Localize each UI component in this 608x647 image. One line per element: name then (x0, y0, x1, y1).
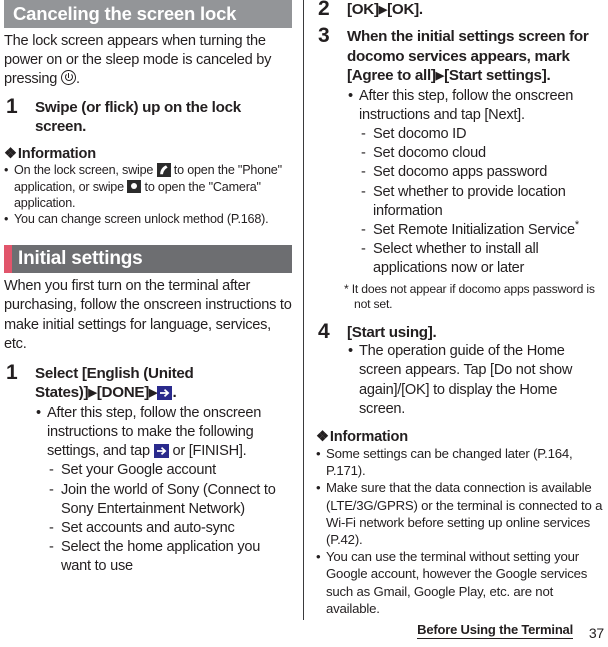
left-column: Canceling the screen lock The lock scree… (4, 0, 292, 577)
list-item: After this step, follow the onscreen ins… (35, 404, 292, 462)
step-bullet-list: After this step, follow the onscreen ins… (347, 87, 604, 125)
step-number: 2 (318, 0, 330, 20)
information-heading-text: Information (17, 146, 96, 163)
triangle-right-icon: ▶ (378, 4, 388, 16)
footnote-marker: * (344, 281, 349, 296)
step-bullet-list: The operation guide of the Home screen a… (347, 342, 604, 419)
list-item: You can change screen unlock method (P.1… (4, 211, 292, 227)
step-number: 1 (6, 361, 18, 385)
information-heading-lock-screen: ❖Information (4, 145, 292, 162)
step-title: [OK]▶[OK]. (347, 0, 604, 20)
step-dash-list: Set docomo ID Set docomo cloud Set docom… (347, 125, 604, 279)
list-item: The operation guide of the Home screen a… (347, 342, 604, 419)
intro-text-part1: The lock screen appears when turning the… (4, 33, 272, 88)
step-title-part2: [Start settings]. (444, 67, 551, 85)
phone-icon (156, 163, 171, 178)
step-title-part1: [OK] (347, 1, 379, 18)
list-item: Set docomo cloud (360, 144, 604, 163)
dash-item-text: Set Remote Initialization Service (373, 222, 575, 239)
step-3-docomo-services: 3 When the initial settings screen for d… (316, 24, 604, 279)
section-heading-canceling-screen-lock: Canceling the screen lock (4, 0, 292, 28)
step-2-ok-ok: 2 [OK]▶[OK]. (316, 0, 604, 20)
step-1-swipe-lock-screen: 1 Swipe (or flick) up on the lock screen… (4, 94, 292, 137)
footnote-docomo-password: * It does not appear if docomo apps pass… (316, 282, 604, 313)
list-item: You can use the terminal without setting… (316, 548, 604, 617)
step-1-select-language: 1 Select [English (United States)]▶[DONE… (4, 361, 292, 577)
info-text-part1: On the lock screen, swipe (14, 163, 157, 178)
diamond-icon: ❖ (4, 146, 17, 163)
list-item: On the lock screen, swipe to open the "P… (4, 162, 292, 211)
section-heading-text: Canceling the screen lock (13, 3, 237, 24)
step-bullet-list: After this step, follow the onscreen ins… (35, 404, 292, 462)
step-title: Select [English (United States)]▶[DONE]▶… (35, 364, 292, 404)
step-title-part2: [OK]. (387, 1, 423, 18)
section-heading-initial-settings: Initial settings (4, 245, 292, 274)
page-footer: Before Using the Terminal 37 (0, 617, 608, 643)
list-item: Set whether to provide location informat… (360, 183, 604, 221)
footer-chapter-title: Before Using the Terminal (417, 622, 573, 639)
footer-page-number: 37 (588, 625, 604, 641)
list-item: Set Remote Initialization Service* (360, 219, 604, 241)
blue-arrow-icon (157, 386, 173, 401)
list-item: Some settings can be changed later (P.16… (316, 445, 604, 479)
power-button-icon (60, 70, 76, 86)
step-title-part2: [DONE] (96, 384, 150, 402)
step-title: [Start using]. (347, 323, 437, 341)
bullet-text-part2: or [FINISH]. (168, 443, 247, 460)
step-title: When the initial settings screen for doc… (347, 27, 604, 86)
manual-page: Canceling the screen lock The lock scree… (0, 0, 608, 647)
footnote-marker: * (574, 219, 579, 232)
list-item: Select whether to install all applicatio… (360, 240, 604, 278)
information-heading-text: Information (329, 429, 408, 446)
list-item: Set docomo ID (360, 125, 604, 144)
step-dash-list: Set your Google account Join the world o… (35, 461, 292, 576)
step-number: 4 (318, 319, 330, 343)
intro-paragraph-initial-settings: When you first turn on the terminal afte… (4, 278, 292, 352)
right-column: 2 [OK]▶[OK]. 3 When the initial settings… (316, 0, 604, 617)
step-4-start-using: 4 [Start using]. The operation guide of … (316, 319, 604, 419)
blue-arrow-icon (153, 444, 169, 459)
information-heading-initial-settings: ❖Information (316, 428, 604, 445)
list-item: Set accounts and auto-sync (48, 519, 292, 538)
triangle-right-icon: ▶ (435, 70, 445, 83)
column-divider (303, 0, 304, 620)
information-list-lock-screen: On the lock screen, swipe to open the "P… (4, 162, 292, 227)
diamond-icon: ❖ (316, 429, 329, 446)
list-item: Set docomo apps password (360, 163, 604, 182)
intro-text-part2: . (75, 71, 80, 88)
list-item: Select the home application you want to … (48, 538, 292, 576)
list-item: Join the world of Sony (Connect to Sony … (48, 481, 292, 519)
list-item: After this step, follow the onscreen ins… (347, 87, 604, 125)
step-title: Swipe (or flick) up on the lock screen. (35, 98, 241, 136)
step-title-part3: . (172, 384, 177, 402)
triangle-right-icon: ▶ (148, 387, 158, 400)
section-heading-text: Initial settings (18, 248, 143, 270)
camera-icon (127, 179, 142, 193)
intro-paragraph-lock-screen: The lock screen appears when turning the… (4, 32, 292, 90)
accent-bar (4, 245, 12, 274)
list-item: Set your Google account (48, 461, 292, 480)
step-number: 1 (6, 94, 18, 118)
information-list-initial-settings: Some settings can be changed later (P.16… (316, 445, 604, 617)
step-number: 3 (318, 24, 330, 48)
list-item: Make sure that the data connection is av… (316, 479, 604, 548)
triangle-right-icon: ▶ (88, 387, 97, 400)
footnote-text: It does not appear if docomo apps passwo… (351, 281, 595, 312)
